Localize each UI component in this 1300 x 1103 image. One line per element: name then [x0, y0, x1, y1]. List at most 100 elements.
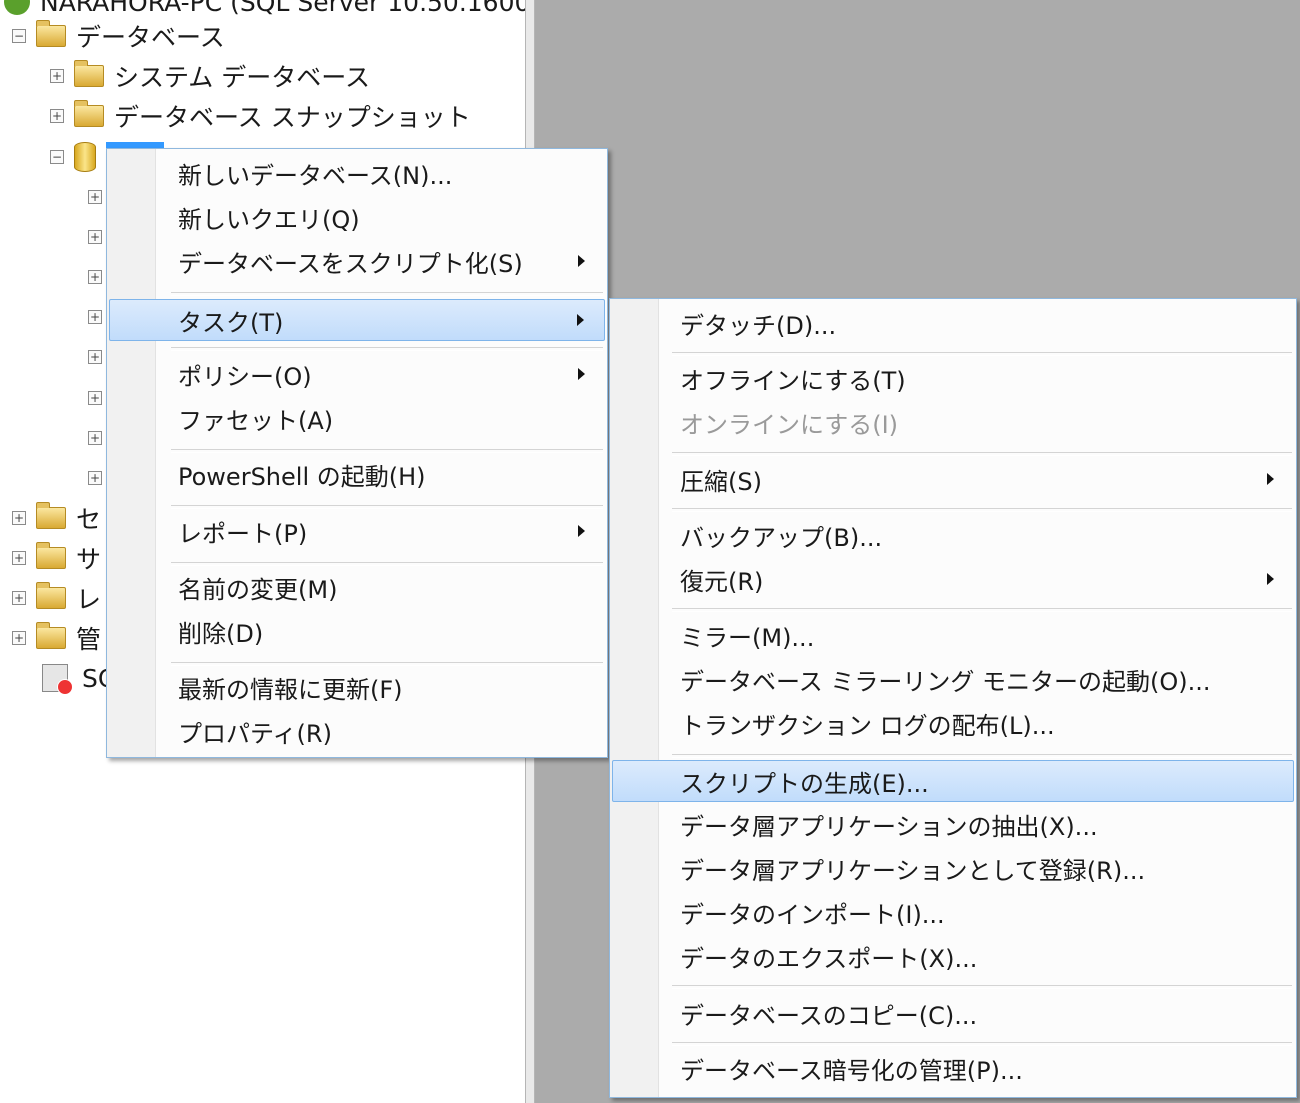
- menu-separator: [672, 508, 1292, 512]
- tree-node-server[interactable]: NARAHORA-PC (SQL Server 10.50.1600: [4, 0, 530, 20]
- menu-item-label: 名前の変更(M): [178, 575, 338, 604]
- menu-item-label: レポート(P): [178, 519, 308, 548]
- menu-item-label: 削除(D): [178, 619, 264, 648]
- menu-item-policies[interactable]: ポリシー(O): [109, 352, 605, 396]
- menu-item-generate-scripts[interactable]: スクリプトの生成(E)...: [612, 760, 1294, 802]
- tree-node-label: レ: [76, 585, 102, 614]
- expand-icon[interactable]: +: [88, 471, 102, 485]
- menu-item-refresh[interactable]: 最新の情報に更新(F): [109, 665, 605, 709]
- menu-item-take-offline[interactable]: オフラインにする(T): [612, 356, 1294, 400]
- menu-separator: [171, 292, 603, 296]
- tree-node-system-databases[interactable]: + システム データベース: [50, 58, 370, 94]
- expand-icon[interactable]: +: [50, 109, 64, 123]
- tree-node-security[interactable]: + セ: [12, 500, 101, 536]
- menu-item-import-data[interactable]: データのインポート(I)...: [612, 890, 1294, 934]
- menu-item-label: スクリプトの生成(E)...: [680, 769, 929, 798]
- menu-item-extract-data-tier[interactable]: データ層アプリケーションの抽出(X)...: [612, 802, 1294, 846]
- expand-icon[interactable]: +: [88, 350, 102, 364]
- folder-icon: [36, 20, 66, 47]
- menu-item-reports[interactable]: レポート(P): [109, 509, 605, 553]
- menu-item-label: データのインポート(I)...: [680, 900, 945, 929]
- expand-icon[interactable]: +: [88, 270, 102, 284]
- menu-item-shrink[interactable]: 圧縮(S): [612, 457, 1294, 501]
- expand-icon[interactable]: +: [12, 591, 26, 605]
- tree-node-label: NARAHORA-PC (SQL Server 10.50.1600: [40, 0, 531, 17]
- expand-icon[interactable]: +: [88, 310, 102, 324]
- folder-icon: [36, 622, 66, 649]
- menu-item-label: 新しいデータベース(N)...: [178, 161, 453, 190]
- tree-node-snapshots[interactable]: + データベース スナップショット: [50, 98, 471, 134]
- folder-icon: [74, 100, 104, 127]
- folder-icon: [36, 582, 66, 609]
- collapse-icon[interactable]: −: [50, 150, 64, 164]
- menu-separator: [171, 347, 603, 351]
- submenu-arrow-icon: [578, 525, 585, 537]
- menu-item-backup[interactable]: バックアップ(B)...: [612, 513, 1294, 557]
- tree-node-label: データベース: [76, 23, 225, 52]
- menu-item-restore[interactable]: 復元(R): [612, 557, 1294, 601]
- menu-item-label: オンラインにする(I): [680, 410, 899, 439]
- menu-item-label: デタッチ(D)...: [680, 311, 837, 340]
- menu-item-label: プロパティ(R): [178, 719, 332, 748]
- tree-node-label: セ: [76, 505, 102, 534]
- tree-node-server-objects[interactable]: + サ: [12, 540, 101, 576]
- menu-item-bring-online: オンラインにする(I): [612, 400, 1294, 444]
- expand-icon[interactable]: +: [50, 69, 64, 83]
- collapse-icon[interactable]: −: [12, 29, 26, 43]
- menu-item-label: 圧縮(S): [680, 467, 762, 496]
- menu-item-facets[interactable]: ファセット(A): [109, 396, 605, 440]
- submenu-arrow-icon: [577, 314, 584, 326]
- menu-item-mirroring-monitor[interactable]: データベース ミラーリング モニターの起動(O)...: [612, 657, 1294, 701]
- tree-node-label: データベース スナップショット: [114, 103, 471, 132]
- menu-item-properties[interactable]: プロパティ(R): [109, 709, 605, 753]
- menu-item-label: トランザクション ログの配布(L)...: [680, 711, 1055, 740]
- menu-item-detach[interactable]: デタッチ(D)...: [612, 301, 1294, 345]
- expand-icon[interactable]: +: [88, 431, 102, 445]
- menu-item-label: バックアップ(B)...: [680, 523, 883, 552]
- database-icon: [74, 142, 96, 172]
- menu-item-manage-encryption[interactable]: データベース暗号化の管理(P)...: [612, 1046, 1294, 1090]
- menu-item-script-database[interactable]: データベースをスクリプト化(S): [109, 239, 605, 283]
- sql-agent-icon: [42, 664, 73, 695]
- menu-item-label: 最新の情報に更新(F): [178, 675, 403, 704]
- menu-item-copy-database[interactable]: データベースのコピー(C)...: [612, 991, 1294, 1035]
- tree-node-sql-agent[interactable]: SC: [42, 660, 115, 696]
- menu-item-rename[interactable]: 名前の変更(M): [109, 565, 605, 609]
- menu-item-tasks[interactable]: タスク(T): [109, 299, 605, 341]
- expand-icon[interactable]: +: [88, 230, 102, 244]
- menu-separator: [672, 985, 1292, 989]
- menu-item-new-query[interactable]: 新しいクエリ(Q): [109, 195, 605, 239]
- menu-item-label: 新しいクエリ(Q): [178, 205, 360, 234]
- server-icon: [4, 0, 30, 15]
- menu-item-label: ミラー(M)...: [680, 623, 815, 652]
- expand-icon[interactable]: +: [88, 190, 102, 204]
- menu-item-new-database[interactable]: 新しいデータベース(N)...: [109, 151, 605, 195]
- menu-item-powershell[interactable]: PowerShell の起動(H): [109, 452, 605, 496]
- tree-node-databases[interactable]: − データベース: [12, 18, 225, 54]
- menu-item-mirror[interactable]: ミラー(M)...: [612, 613, 1294, 657]
- menu-item-label: ポリシー(O): [178, 362, 312, 391]
- tree-node-label: サ: [76, 545, 102, 574]
- menu-item-label: データ層アプリケーションの抽出(X)...: [680, 812, 1098, 841]
- menu-item-log-shipping[interactable]: トランザクション ログの配布(L)...: [612, 701, 1294, 745]
- menu-item-label: ファセット(A): [178, 406, 334, 435]
- expand-icon[interactable]: +: [88, 391, 102, 405]
- menu-separator: [672, 754, 1292, 758]
- expand-icon[interactable]: +: [12, 511, 26, 525]
- menu-item-export-data[interactable]: データのエクスポート(X)...: [612, 934, 1294, 978]
- menu-item-label: データベース暗号化の管理(P)...: [680, 1056, 1023, 1085]
- tree-node-replication[interactable]: + レ: [12, 580, 101, 616]
- submenu-arrow-icon: [578, 255, 585, 267]
- menu-item-label: タスク(T): [178, 308, 284, 337]
- menu-item-register-data-tier[interactable]: データ層アプリケーションとして登録(R)...: [612, 846, 1294, 890]
- expand-icon[interactable]: +: [12, 551, 26, 565]
- menu-item-label: オフラインにする(T): [680, 366, 906, 395]
- menu-separator: [672, 608, 1292, 612]
- tree-node-management[interactable]: + 管: [12, 620, 101, 656]
- menu-item-delete[interactable]: 削除(D): [109, 609, 605, 653]
- expand-icon[interactable]: +: [12, 631, 26, 645]
- folder-icon: [36, 502, 66, 529]
- tree-node-label: 管: [76, 625, 102, 654]
- submenu-arrow-icon: [1267, 573, 1274, 585]
- tree-node-label: システム データベース: [114, 63, 370, 92]
